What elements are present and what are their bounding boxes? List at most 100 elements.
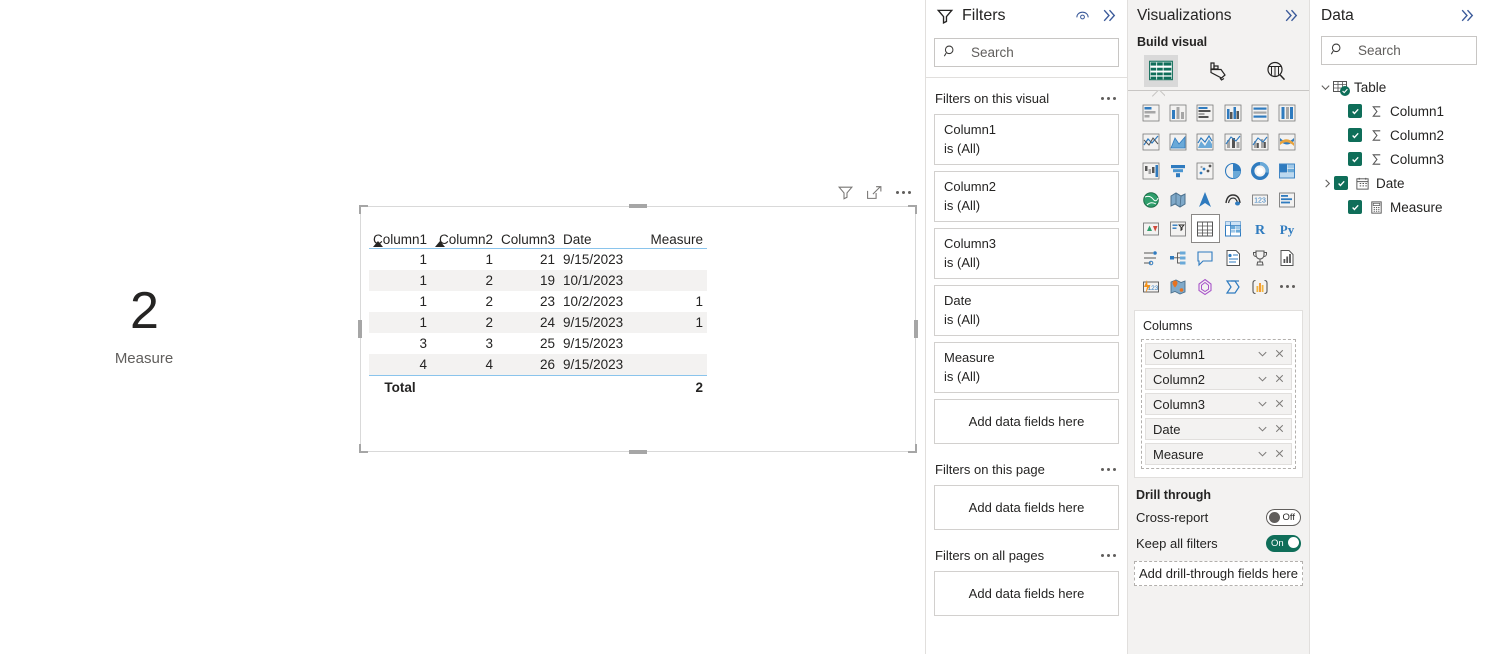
resize-handle-bl[interactable] bbox=[359, 444, 368, 453]
column-header-column3[interactable]: Column3 bbox=[497, 214, 559, 248]
tree-field-column3[interactable]: Column3 bbox=[1334, 147, 1487, 171]
visual-type-arcgis-for-power-bi[interactable] bbox=[1164, 273, 1191, 300]
visual-type-get-more-visuals[interactable] bbox=[1246, 273, 1273, 300]
visual-type-area-chart[interactable] bbox=[1164, 128, 1191, 155]
remove-field-icon[interactable] bbox=[1273, 447, 1287, 461]
collapse-data-pane-icon[interactable] bbox=[1459, 7, 1477, 25]
visual-type-map[interactable] bbox=[1137, 186, 1164, 213]
remove-field-icon[interactable] bbox=[1273, 397, 1287, 411]
visual-type-clustered-bar-chart[interactable] bbox=[1192, 99, 1219, 126]
visual-type-treemap[interactable] bbox=[1274, 157, 1301, 184]
visual-type-metrics[interactable] bbox=[1274, 244, 1301, 271]
field-checkbox[interactable] bbox=[1334, 176, 1348, 190]
visual-type-card[interactable]: 123 bbox=[1246, 186, 1273, 213]
visual-type-power-automate[interactable] bbox=[1192, 273, 1219, 300]
column-header-date[interactable]: Date bbox=[559, 214, 645, 248]
resize-handle-right[interactable] bbox=[914, 320, 918, 338]
field-checkbox[interactable] bbox=[1348, 104, 1362, 118]
visual-type-power-apps[interactable]: 123 bbox=[1137, 273, 1164, 300]
visual-type-ribbon-chart[interactable] bbox=[1274, 128, 1301, 155]
tree-node-table[interactable]: Table bbox=[1318, 75, 1487, 99]
field-pill-column3[interactable]: Column3 bbox=[1145, 393, 1292, 415]
more-options-icon[interactable] bbox=[895, 184, 912, 201]
add-data-fields-dropzone[interactable]: Add data fields here bbox=[934, 485, 1119, 530]
section-more-options-icon[interactable] bbox=[1100, 461, 1117, 478]
visual-type-line-and-stacked-column-chart[interactable] bbox=[1219, 128, 1246, 155]
resize-handle-br[interactable] bbox=[908, 444, 917, 453]
card-visual[interactable]: 2 Measure bbox=[60, 285, 228, 367]
visual-type-azure-map[interactable] bbox=[1192, 186, 1219, 213]
visual-type-stacked-bar-chart[interactable] bbox=[1137, 99, 1164, 126]
visual-type-100-stacked-bar-chart[interactable] bbox=[1246, 99, 1273, 126]
visual-type-decomposition-tree[interactable] bbox=[1164, 244, 1191, 271]
report-canvas[interactable]: 2 Measure Column1 Column2 Column3 Date M… bbox=[0, 0, 925, 654]
field-checkbox[interactable] bbox=[1348, 152, 1362, 166]
table-row[interactable]: 1 2 19 10/1/2023 bbox=[369, 269, 707, 291]
collapse-filters-pane-icon[interactable] bbox=[1101, 7, 1119, 25]
keep-all-filters-toggle[interactable]: On bbox=[1266, 535, 1301, 552]
table-row[interactable]: 1 2 24 9/15/2023 1 bbox=[369, 311, 707, 333]
add-data-fields-dropzone[interactable]: Add data fields here bbox=[934, 571, 1119, 616]
visual-type-key-influencers[interactable] bbox=[1137, 244, 1164, 271]
resize-handle-tr[interactable] bbox=[908, 205, 917, 214]
column-header-measure[interactable]: Measure bbox=[645, 214, 707, 248]
chevron-down-icon[interactable] bbox=[1318, 82, 1332, 93]
visual-type-line-chart[interactable] bbox=[1137, 128, 1164, 155]
visual-type-matrix[interactable] bbox=[1219, 215, 1246, 242]
field-pill-column1[interactable]: Column1 bbox=[1145, 343, 1292, 365]
visual-type-funnel-chart[interactable] bbox=[1164, 157, 1191, 184]
visual-type-slicer[interactable] bbox=[1164, 215, 1191, 242]
tab-build-visual[interactable] bbox=[1143, 55, 1178, 87]
focus-mode-icon[interactable] bbox=[866, 184, 883, 201]
table-row[interactable]: 4 4 26 9/15/2023 bbox=[369, 353, 707, 375]
visual-type-q-and-a[interactable] bbox=[1192, 244, 1219, 271]
visual-type-azure-synapse[interactable] bbox=[1219, 273, 1246, 300]
filter-card[interactable]: Column1 is (All) bbox=[934, 114, 1119, 165]
tree-field-date[interactable]: Date bbox=[1320, 171, 1487, 195]
tab-analytics[interactable] bbox=[1259, 55, 1293, 87]
collapse-visualizations-pane-icon[interactable] bbox=[1283, 7, 1301, 25]
section-more-options-icon[interactable] bbox=[1100, 90, 1117, 107]
table-visual-grid[interactable]: Column1 Column2 Column3 Date Measure 1 1… bbox=[369, 214, 707, 398]
visual-type-line-and-clustered-column-chart[interactable] bbox=[1246, 128, 1273, 155]
field-pill-date[interactable]: Date bbox=[1145, 418, 1292, 440]
visual-type-pie-chart[interactable] bbox=[1219, 157, 1246, 184]
resize-handle-top[interactable] bbox=[629, 204, 647, 208]
hide-filters-eye-icon[interactable] bbox=[1074, 7, 1092, 25]
filter-card[interactable]: Date is (All) bbox=[934, 285, 1119, 336]
chevron-down-icon[interactable] bbox=[1256, 347, 1270, 361]
visual-type-donut-chart[interactable] bbox=[1246, 157, 1273, 184]
table-row[interactable]: 1 2 23 10/2/2023 1 bbox=[369, 291, 707, 312]
field-checkbox[interactable] bbox=[1348, 128, 1362, 142]
tree-field-column2[interactable]: Column2 bbox=[1334, 123, 1487, 147]
resize-handle-left[interactable] bbox=[358, 320, 362, 338]
visual-type-scatter-chart[interactable] bbox=[1192, 157, 1219, 184]
remove-field-icon[interactable] bbox=[1273, 347, 1287, 361]
visual-type-paginated-report[interactable] bbox=[1246, 244, 1273, 271]
resize-handle-tl[interactable] bbox=[359, 205, 368, 214]
chevron-right-icon[interactable] bbox=[1320, 178, 1334, 189]
visual-type-arcgis-map[interactable] bbox=[1219, 186, 1246, 213]
visual-type-narrative[interactable] bbox=[1219, 244, 1246, 271]
visual-type-kpi[interactable] bbox=[1137, 215, 1164, 242]
columns-well-dropzone[interactable]: Column1 Column2 Column3 Date Measure bbox=[1141, 339, 1296, 469]
data-search-input[interactable]: Search bbox=[1321, 36, 1477, 65]
table-row[interactable]: 1 1 21 9/15/2023 bbox=[369, 248, 707, 270]
visual-type-stacked-area-chart[interactable] bbox=[1192, 128, 1219, 155]
drill-through-dropzone[interactable]: Add drill-through fields here bbox=[1134, 561, 1303, 586]
column-header-column2[interactable]: Column2 bbox=[431, 214, 497, 248]
column-header-column1[interactable]: Column1 bbox=[369, 214, 431, 248]
filter-icon[interactable] bbox=[837, 184, 854, 201]
add-data-fields-dropzone[interactable]: Add data fields here bbox=[934, 399, 1119, 444]
visual-type-stacked-column-chart[interactable] bbox=[1164, 99, 1191, 126]
field-pill-column2[interactable]: Column2 bbox=[1145, 368, 1292, 390]
remove-field-icon[interactable] bbox=[1273, 372, 1287, 386]
field-checkbox[interactable] bbox=[1348, 200, 1362, 214]
tree-field-measure[interactable]: Measure bbox=[1334, 195, 1487, 219]
remove-field-icon[interactable] bbox=[1273, 422, 1287, 436]
visual-type-clustered-column-chart[interactable] bbox=[1219, 99, 1246, 126]
filter-card[interactable]: Column3 is (All) bbox=[934, 228, 1119, 279]
visual-type-filled-map[interactable] bbox=[1164, 186, 1191, 213]
visual-type-python-visual[interactable]: Py bbox=[1274, 215, 1301, 242]
visual-type-r-script-visual[interactable]: R bbox=[1246, 215, 1273, 242]
